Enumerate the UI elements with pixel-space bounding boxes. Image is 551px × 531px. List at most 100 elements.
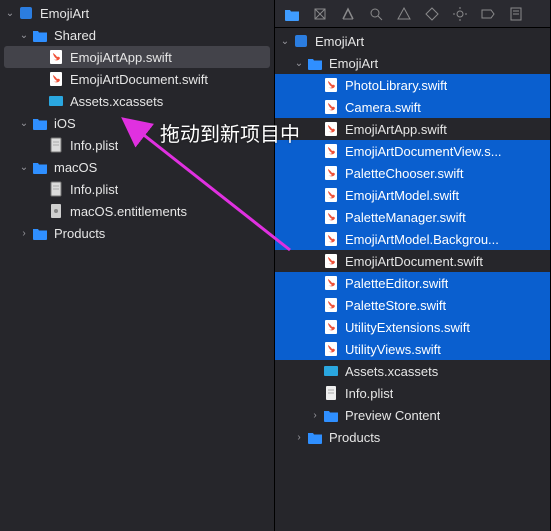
file-row[interactable]: UtilityViews.swift xyxy=(275,338,550,360)
chevron-down-icon[interactable]: ⌄ xyxy=(18,30,30,41)
swift-file-icon xyxy=(323,209,339,225)
file-row[interactable]: UtilityExtensions.swift xyxy=(275,316,550,338)
folder-icon xyxy=(323,407,339,423)
chevron-right-icon[interactable]: › xyxy=(309,410,321,421)
plist-file-icon xyxy=(48,137,64,153)
debug-icon[interactable] xyxy=(451,5,469,23)
assets-file-icon xyxy=(323,363,339,379)
file-tree-left: ⌄ EmojiArt ⌄ Shared EmojiArtApp.s xyxy=(0,0,274,244)
file-label: PhotoLibrary.swift xyxy=(345,78,447,93)
file-row[interactable]: PaletteManager.swift xyxy=(275,206,550,228)
issue-icon[interactable] xyxy=(395,5,413,23)
file-row[interactable]: EmojiArtModel.swift xyxy=(275,184,550,206)
folder-products[interactable]: › Products xyxy=(0,222,274,244)
chevron-down-icon[interactable]: ⌄ xyxy=(18,162,30,173)
file-label: Assets.xcassets xyxy=(70,94,163,109)
file-label: UtilityExtensions.swift xyxy=(345,320,470,335)
right-project-navigator: ⌄ EmojiArt ⌄ EmojiArt PhotoLibrary.swift… xyxy=(275,0,551,531)
assets-icon xyxy=(48,93,64,109)
file-label: Camera.swift xyxy=(345,100,421,115)
swift-file-icon xyxy=(323,253,339,269)
file-label: PaletteManager.swift xyxy=(345,210,466,225)
source-control-icon[interactable] xyxy=(311,5,329,23)
swift-file-icon xyxy=(323,297,339,313)
file-label: macOS.entitlements xyxy=(70,204,187,219)
file-label: Info.plist xyxy=(70,182,118,197)
chevron-right-icon[interactable]: › xyxy=(293,432,305,443)
file-emojiartdocument[interactable]: EmojiArtDocument.swift xyxy=(0,68,274,90)
swift-file-icon xyxy=(323,121,339,137)
file-row[interactable]: PhotoLibrary.swift xyxy=(275,74,550,96)
file-row[interactable]: EmojiArtModel.Backgrou... xyxy=(275,228,550,250)
swift-file-icon xyxy=(323,231,339,247)
file-assets[interactable]: Assets.xcassets xyxy=(0,90,274,112)
folder-label: macOS xyxy=(54,160,97,175)
folder-icon xyxy=(32,159,48,175)
xcode-project-icon xyxy=(18,5,34,21)
file-label: EmojiArtApp.swift xyxy=(345,122,447,137)
plist-file-icon xyxy=(323,385,339,401)
file-row[interactable]: Camera.swift xyxy=(275,96,550,118)
file-label: EmojiArtDocument.swift xyxy=(345,254,483,269)
folder-label: Products xyxy=(329,430,380,445)
chevron-down-icon[interactable]: ⌄ xyxy=(4,8,16,19)
file-label: EmojiArtApp.swift xyxy=(70,50,172,65)
file-row[interactable]: Info.plist xyxy=(275,382,550,404)
folder-icon xyxy=(307,429,323,445)
navigator-toolbar xyxy=(275,0,550,28)
file-emojiartapp[interactable]: EmojiArtApp.swift xyxy=(4,46,270,68)
project-root[interactable]: ⌄ EmojiArt xyxy=(275,30,550,52)
folder-label: EmojiArt xyxy=(329,56,378,71)
file-entitlements[interactable]: macOS.entitlements xyxy=(0,200,274,222)
folder-label: iOS xyxy=(54,116,76,131)
folder-shared[interactable]: ⌄ Shared xyxy=(0,24,274,46)
file-row[interactable]: EmojiArtApp.swift xyxy=(275,118,550,140)
swift-file-icon xyxy=(323,99,339,115)
file-infoplist-ios[interactable]: Info.plist xyxy=(0,134,274,156)
swift-file-icon xyxy=(323,319,339,335)
file-tree-right: ⌄ EmojiArt ⌄ EmojiArt PhotoLibrary.swift… xyxy=(275,28,550,448)
folder-preview-content[interactable]: › Preview Content xyxy=(275,404,550,426)
file-label: PaletteEditor.swift xyxy=(345,276,448,291)
folder-emojiart[interactable]: ⌄ EmojiArt xyxy=(275,52,550,74)
file-label: PaletteChooser.swift xyxy=(345,166,464,181)
folder-nav-icon[interactable] xyxy=(283,5,301,23)
swift-file-icon xyxy=(48,71,64,87)
file-infoplist-macos[interactable]: Info.plist xyxy=(0,178,274,200)
test-icon[interactable] xyxy=(423,5,441,23)
chevron-right-icon[interactable]: › xyxy=(18,228,30,239)
file-row[interactable]: EmojiArtDocument.swift xyxy=(275,250,550,272)
file-row[interactable]: Assets.xcassets xyxy=(275,360,550,382)
chevron-down-icon[interactable]: ⌄ xyxy=(293,58,305,69)
file-row[interactable]: EmojiArtDocumentView.s... xyxy=(275,140,550,162)
file-label: EmojiArtDocument.swift xyxy=(70,72,208,87)
folder-label: Products xyxy=(54,226,105,241)
folder-icon xyxy=(307,55,323,71)
folder-icon xyxy=(32,115,48,131)
chevron-down-icon[interactable]: ⌄ xyxy=(18,118,30,129)
file-label: PaletteStore.swift xyxy=(345,298,446,313)
swift-file-icon xyxy=(323,341,339,357)
symbol-nav-icon[interactable] xyxy=(339,5,357,23)
plist-file-icon xyxy=(48,181,64,197)
file-row[interactable]: PaletteStore.swift xyxy=(275,294,550,316)
folder-icon xyxy=(32,225,48,241)
find-icon[interactable] xyxy=(367,5,385,23)
xcode-project-icon xyxy=(293,33,309,49)
chevron-down-icon[interactable]: ⌄ xyxy=(279,36,291,47)
file-label: EmojiArtDocumentView.s... xyxy=(345,144,502,159)
file-label: EmojiArtModel.Backgrou... xyxy=(345,232,499,247)
project-name: EmojiArt xyxy=(40,6,89,21)
report-icon[interactable] xyxy=(507,5,525,23)
entitlements-file-icon xyxy=(48,203,64,219)
file-row[interactable]: PaletteChooser.swift xyxy=(275,162,550,184)
folder-products[interactable]: › Products xyxy=(275,426,550,448)
folder-macos[interactable]: ⌄ macOS xyxy=(0,156,274,178)
project-name: EmojiArt xyxy=(315,34,364,49)
file-row[interactable]: PaletteEditor.swift xyxy=(275,272,550,294)
swift-file-icon xyxy=(48,49,64,65)
folder-ios[interactable]: ⌄ iOS xyxy=(0,112,274,134)
swift-file-icon xyxy=(323,187,339,203)
breakpoint-icon[interactable] xyxy=(479,5,497,23)
project-root[interactable]: ⌄ EmojiArt xyxy=(0,2,274,24)
